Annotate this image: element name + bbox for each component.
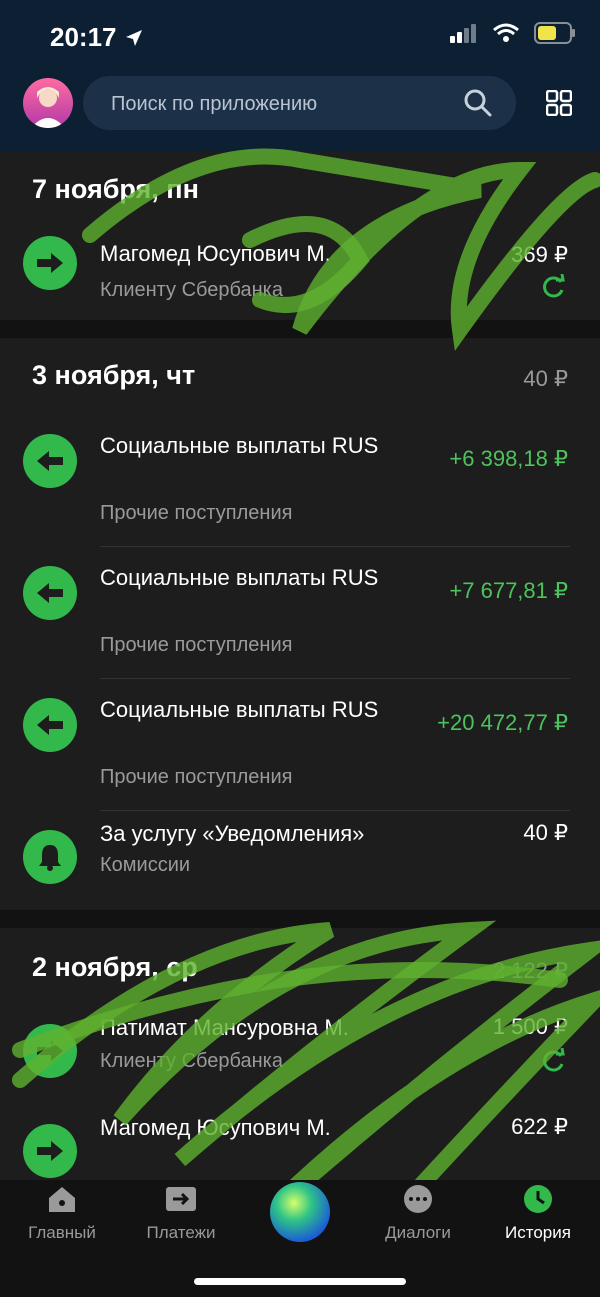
transaction-amount: 622 ₽ (511, 1114, 568, 1139)
transaction-amount: +20 472,77 ₽ (437, 710, 568, 735)
wifi-icon (493, 23, 519, 42)
status-bar: 20:17 (0, 0, 600, 64)
transaction-amount: 369 ₽ (511, 242, 568, 267)
repeat-icon[interactable] (540, 274, 566, 300)
tab-label: Главный (28, 1223, 96, 1242)
transaction-title: Социальные выплаты RUS (100, 565, 379, 590)
transaction-row[interactable]: Патимат Мансуровна М. Клиенту Сбербанка … (0, 1012, 600, 1112)
battery-icon (534, 22, 575, 44)
tab-payments[interactable]: Платежи (121, 1184, 241, 1243)
tab-label: История (505, 1223, 571, 1242)
search-bar[interactable]: Поиск по приложению (83, 76, 516, 130)
transaction-title: Магомед Юсупович М. (100, 241, 331, 266)
status-icons (450, 22, 576, 44)
home-indicator (194, 1278, 406, 1285)
transaction-row[interactable]: Магомед Юсупович М. Клиенту Сбербанка 36… (0, 220, 600, 320)
tab-label: Диалоги (385, 1223, 451, 1242)
transaction-subtitle: Прочие поступления (100, 634, 293, 656)
status-time: 20:17 (50, 22, 117, 52)
section-date: 7 ноября, пн (32, 174, 199, 204)
transaction-row[interactable]: Магомед Юсупович М. 622 ₽ (0, 1112, 600, 1180)
section-date: 2 ноября, ср (32, 952, 198, 982)
divider (100, 810, 570, 811)
transaction-amount: 40 ₽ (523, 820, 568, 845)
section-total: 2 122 ₽ (492, 958, 568, 983)
tab-assistant[interactable] (240, 1180, 360, 1249)
top-header: Поиск по приложению (0, 64, 600, 152)
transaction-subtitle: Клиенту Сбербанка (100, 279, 283, 301)
transfer-icon (23, 1124, 77, 1178)
transaction-title: Патимат Мансуровна М. (100, 1015, 349, 1040)
apps-grid-icon[interactable] (546, 90, 572, 116)
clock-icon (524, 1185, 552, 1213)
transaction-title: Социальные выплаты RUS (100, 697, 379, 722)
signal-icon (450, 24, 476, 43)
transaction-row[interactable]: За услугу «Уведомления» Комиссии 40 ₽ (0, 818, 600, 910)
transaction-amount: +7 677,81 ₽ (449, 578, 568, 603)
tab-history[interactable]: История (478, 1184, 598, 1243)
transaction-title: Магомед Юсупович М. (100, 1115, 331, 1140)
transaction-subtitle: Клиенту Сбербанка (100, 1050, 283, 1072)
assistant-icon (270, 1182, 330, 1242)
chat-icon (404, 1185, 432, 1213)
arrow-left-icon (23, 434, 77, 488)
transaction-amount: 1 500 ₽ (492, 1014, 568, 1039)
payments-icon (166, 1187, 196, 1211)
section-date: 3 ноября, чт (32, 360, 196, 390)
transaction-title: Социальные выплаты RUS (100, 433, 379, 458)
search-placeholder: Поиск по приложению (111, 93, 318, 115)
transaction-subtitle: Прочие поступления (100, 766, 293, 788)
divider (100, 546, 570, 547)
history-list[interactable]: 7 ноября, пн Магомед Юсупович М. Клиенту… (0, 152, 600, 1180)
divider (100, 678, 570, 679)
transaction-row[interactable]: Социальные выплаты RUS Прочие поступлени… (0, 422, 600, 546)
transfer-icon (23, 236, 77, 290)
tab-label: Платежи (146, 1223, 216, 1242)
transaction-subtitle: Комиссии (100, 854, 191, 876)
location-arrow-icon (126, 30, 142, 46)
tab-dialogs[interactable]: Диалоги (358, 1184, 478, 1243)
transaction-title: За услугу «Уведомления» (100, 821, 365, 846)
day-section: 3 ноября, чт 40 ₽ Социальные выплаты RUS… (0, 338, 600, 910)
day-section: 2 ноября, ср 2 122 ₽ Патимат Мансуровна … (0, 928, 600, 1180)
transaction-row[interactable]: Социальные выплаты RUS Прочие поступлени… (0, 554, 600, 678)
search-icon[interactable] (464, 89, 492, 117)
tab-home[interactable]: Главный (2, 1184, 122, 1243)
arrow-left-icon (23, 698, 77, 752)
arrow-left-icon (23, 566, 77, 620)
section-total: 40 ₽ (523, 366, 568, 391)
transaction-subtitle: Прочие поступления (100, 502, 293, 524)
avatar[interactable] (23, 78, 73, 128)
home-icon (49, 1187, 75, 1212)
user-avatar-icon (31, 87, 65, 128)
transfer-icon (23, 1024, 77, 1078)
transaction-row[interactable]: Социальные выплаты RUS Прочие поступлени… (0, 686, 600, 810)
repeat-icon[interactable] (540, 1048, 566, 1074)
day-section: 7 ноября, пн Магомед Юсупович М. Клиенту… (0, 152, 600, 320)
transaction-amount: +6 398,18 ₽ (449, 446, 568, 471)
bell-icon (23, 830, 77, 884)
